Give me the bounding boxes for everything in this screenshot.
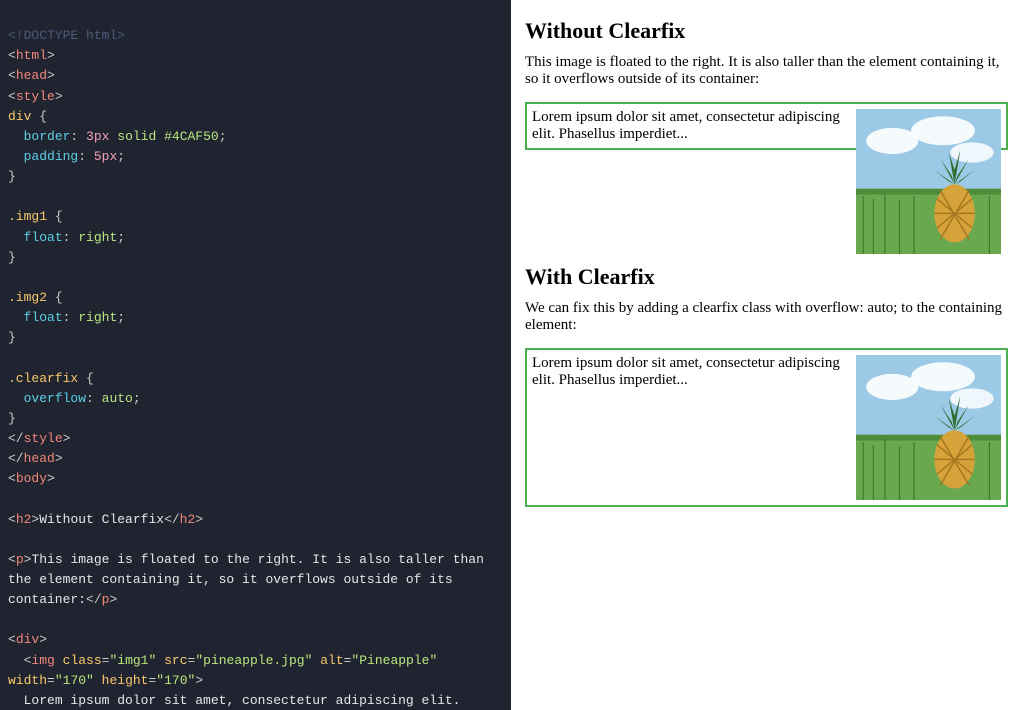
css-val-border-style: solid bbox=[117, 129, 156, 144]
css-selector-div: div bbox=[8, 109, 31, 124]
preview-heading-2: With Clearfix bbox=[525, 254, 1008, 290]
css-prop-overflow: overflow bbox=[24, 391, 86, 406]
pineapple-image-2 bbox=[856, 355, 1001, 500]
css-val-padding: 5px bbox=[94, 149, 117, 164]
preview-heading-1: Without Clearfix bbox=[525, 18, 1008, 44]
preview-box-no-clearfix: Lorem ipsum dolor sit amet, consectetur … bbox=[525, 102, 1008, 150]
preview-para-1: This image is floated to the right. It i… bbox=[525, 54, 1008, 88]
preview-box2-text: Lorem ipsum dolor sit amet, consectetur … bbox=[532, 355, 840, 388]
code-lorem-1: Lorem ipsum dolor sit amet, consectetur … bbox=[8, 693, 468, 710]
css-val-float: right bbox=[78, 230, 117, 245]
code-img1-class: img1 bbox=[117, 653, 148, 668]
css-prop-border: border bbox=[24, 129, 71, 144]
css-prop-padding: padding bbox=[24, 149, 79, 164]
css-val-float-2: right bbox=[78, 310, 117, 325]
pineapple-image bbox=[856, 109, 1001, 254]
preview-box1-text: Lorem ipsum dolor sit amet, consectetur … bbox=[532, 109, 840, 142]
css-selector-img1: .img1 bbox=[8, 209, 47, 224]
css-val-overflow: auto bbox=[102, 391, 133, 406]
css-selector-clearfix: .clearfix bbox=[8, 371, 78, 386]
css-selector-img2: .img2 bbox=[8, 290, 47, 305]
preview-para-2: We can fix this by adding a clearfix cla… bbox=[525, 300, 1008, 334]
code-img1-src: pineapple.jpg bbox=[203, 653, 304, 668]
css-val-border-color: #4CAF50 bbox=[164, 129, 219, 144]
preview-box-with-clearfix: Lorem ipsum dolor sit amet, consectetur … bbox=[525, 348, 1008, 507]
code-doctype: <!DOCTYPE html> bbox=[8, 28, 125, 43]
code-p-1: This image is floated to the right. It i… bbox=[8, 552, 492, 607]
code-h2-1: Without Clearfix bbox=[39, 512, 164, 527]
css-prop-float-2: float bbox=[24, 310, 63, 325]
code-editor-pane[interactable]: <!DOCTYPE html> <html> <head> <style> di… bbox=[0, 0, 511, 710]
code-img1-alt: Pineapple bbox=[359, 653, 429, 668]
css-val-border-width: 3px bbox=[86, 129, 109, 144]
css-prop-float: float bbox=[24, 230, 63, 245]
preview-pane: Without Clearfix This image is floated t… bbox=[511, 0, 1022, 710]
code-img1-w: 170 bbox=[63, 673, 86, 688]
code-img1-h: 170 bbox=[164, 673, 187, 688]
